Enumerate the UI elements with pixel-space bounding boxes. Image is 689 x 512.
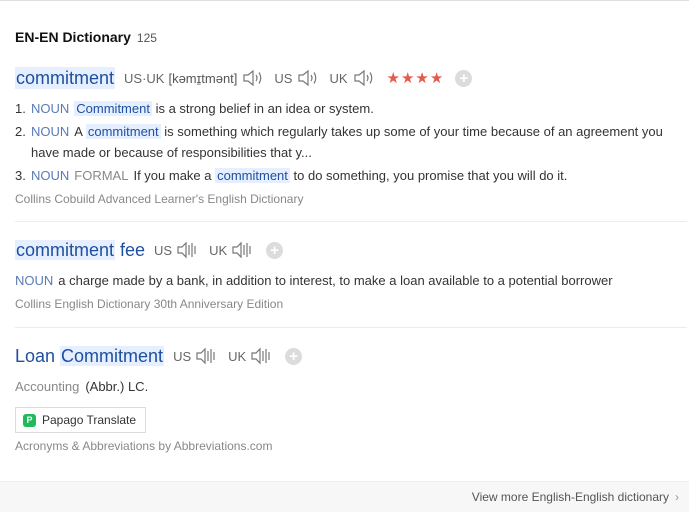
definition-text: to do something, you promise that you wi…: [289, 168, 568, 183]
part-of-speech: NOUN: [31, 101, 70, 116]
headword-link[interactable]: commitment: [15, 67, 116, 89]
speaker-icon[interactable]: [176, 241, 200, 259]
part-of-speech: NOUN: [31, 124, 70, 139]
pronunciation-us-uk: US·UK [kəmɪ̱tmənt]: [124, 71, 237, 86]
top-border: [0, 0, 689, 1]
headword-link[interactable]: Loan Commitment: [15, 345, 165, 367]
part-of-speech: NOUN: [15, 273, 54, 288]
dictionary-source[interactable]: Collins Cobuild Advanced Learner's Engli…: [15, 192, 687, 206]
papago-icon: P: [23, 413, 36, 427]
speaker-icon[interactable]: [296, 69, 320, 87]
register-label: FORMAL: [74, 168, 129, 183]
keyword-highlight: commitment: [85, 124, 161, 139]
headword-pre: Loan: [15, 346, 61, 366]
part-of-speech: NOUN: [31, 168, 70, 183]
pronunciation-us: US: [274, 70, 293, 86]
pronunciation-us: US: [173, 348, 192, 364]
pronunciation-uk: UK: [329, 70, 348, 86]
section-title: EN-EN Dictionary: [15, 29, 131, 45]
divider: [15, 221, 687, 222]
definition-item: 3. NOUN FORMAL If you make a commitment to…: [15, 165, 687, 186]
keyword-highlight: commitment: [215, 168, 290, 183]
plus-icon[interactable]: +: [285, 347, 303, 365]
divider: [15, 327, 687, 328]
definition-text-pre: A: [74, 124, 86, 139]
papago-label: Papago Translate: [42, 413, 137, 427]
definition-row: NOUN a charge made by a bank, in addition…: [15, 270, 687, 291]
footer-bar: View more English-English dictionary ›: [0, 481, 689, 512]
definition-number: 2.: [15, 124, 26, 139]
plus-icon[interactable]: +: [455, 69, 473, 87]
entry-commitment: commitment US·UK [kəmɪ̱tmənt] US UK ★★★★…: [15, 66, 687, 206]
category-label: Accounting: [15, 379, 80, 394]
definition-text-pre: If you make a: [133, 168, 216, 183]
plus-icon[interactable]: +: [266, 241, 284, 259]
speaker-icon[interactable]: [241, 69, 265, 87]
headword-row: commitment fee US UK +: [15, 238, 687, 262]
definition-text: is a strong belief in an idea or system.: [151, 101, 374, 116]
headword-highlight: Commitment: [60, 346, 165, 366]
pronunciation-uk: UK: [228, 348, 247, 364]
view-more-link[interactable]: View more English-English dictionary ›: [472, 490, 679, 504]
phonetic: [kəmɪ̱tmənt]: [168, 70, 238, 86]
chevron-right-icon: ›: [675, 490, 679, 504]
dictionary-source[interactable]: Acronyms & Abbreviations by Abbreviation…: [15, 439, 687, 453]
headword-link[interactable]: commitment fee: [15, 239, 145, 261]
frequency-stars: ★★★★: [386, 70, 445, 87]
headword-rest: fee: [115, 240, 146, 260]
definition-list: 1. NOUN Commitment is a strong belief in …: [15, 98, 687, 186]
definition-item: 1. NOUN Commitment is a strong belief in …: [15, 98, 687, 119]
definition-text: a charge made by a bank, in addition to …: [58, 273, 613, 288]
dictionary-source[interactable]: Collins English Dictionary 30th Annivers…: [15, 297, 687, 311]
entry-loan-commitment: Loan Commitment US UK + Accounting (Abbr.…: [15, 344, 687, 453]
definition-number: 3.: [15, 168, 26, 183]
result-count: 125: [136, 31, 157, 45]
headword-row: commitment US·UK [kəmɪ̱tmənt] US UK ★★★★…: [15, 66, 687, 90]
view-more-label: View more English-English dictionary: [471, 490, 669, 504]
entry-commitment-fee: commitment fee US UK + NOUN a charge made…: [15, 238, 687, 311]
definition-number: 1.: [15, 101, 26, 116]
speaker-icon[interactable]: [250, 347, 274, 365]
speaker-icon[interactable]: [195, 347, 219, 365]
headword-row: Loan Commitment US UK +: [15, 344, 687, 368]
pronunciation-us: US: [154, 242, 173, 258]
section-header: EN-EN Dictionary 125: [15, 29, 157, 45]
speaker-icon[interactable]: [231, 241, 255, 259]
pron-label: US·UK: [124, 70, 165, 86]
keyword-highlight: Commitment: [74, 101, 152, 116]
definition-row: Accounting (Abbr.) LC.: [15, 376, 687, 397]
speaker-icon[interactable]: [352, 69, 376, 87]
headword-highlight: commitment: [15, 240, 116, 260]
papago-translate-button[interactable]: P Papago Translate: [15, 407, 147, 433]
pronunciation-uk: UK: [209, 242, 228, 258]
definition-text: (Abbr.) LC.: [85, 379, 149, 394]
definition-item: 2. NOUN A commitment is something which r…: [15, 121, 687, 163]
